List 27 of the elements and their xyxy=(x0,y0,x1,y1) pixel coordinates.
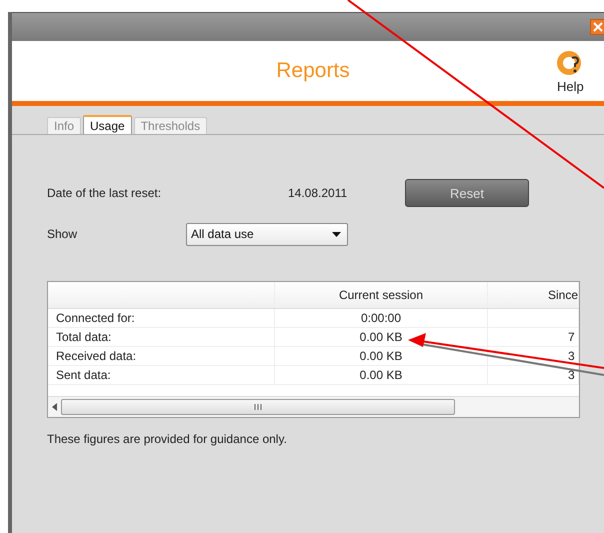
tab[interactable]: Usage xyxy=(83,115,132,134)
horizontal-scrollbar[interactable] xyxy=(48,396,579,417)
table-cell: 3 xyxy=(488,347,579,365)
table-cell: 3 xyxy=(488,366,579,384)
show-label: Show xyxy=(47,227,78,241)
close-button[interactable] xyxy=(590,19,604,35)
reset-date-value: 14.08.2011 xyxy=(288,186,348,200)
table-cell: Connected for: xyxy=(48,309,275,327)
scrollbar-thumb[interactable] xyxy=(61,399,455,415)
table-cell: Total data: xyxy=(48,328,275,346)
help-button[interactable]: Help xyxy=(557,51,584,94)
scroll-left-icon[interactable] xyxy=(52,403,57,411)
dropdown-arrow-icon xyxy=(332,232,341,236)
show-dropdown[interactable]: All data use xyxy=(186,222,348,246)
table-cell: 7 xyxy=(488,328,579,346)
table-cell: 0.00 KB xyxy=(275,347,488,365)
table-cell: Received data: xyxy=(48,347,275,365)
reset-date-label: Date of the last reset: xyxy=(47,186,162,200)
lifebuoy-icon xyxy=(557,51,584,75)
column-header: Since xyxy=(488,282,579,308)
table-cell: 0.00 KB xyxy=(275,366,488,384)
guidance-note: These figures are provided for guidance only. xyxy=(47,432,288,446)
window-title: Reports xyxy=(276,59,350,83)
grip-icon xyxy=(254,404,262,410)
table-cell: Sent data: xyxy=(48,366,275,384)
column-header: Current session xyxy=(275,282,488,308)
table-cell: 0:00:00 xyxy=(275,309,488,327)
